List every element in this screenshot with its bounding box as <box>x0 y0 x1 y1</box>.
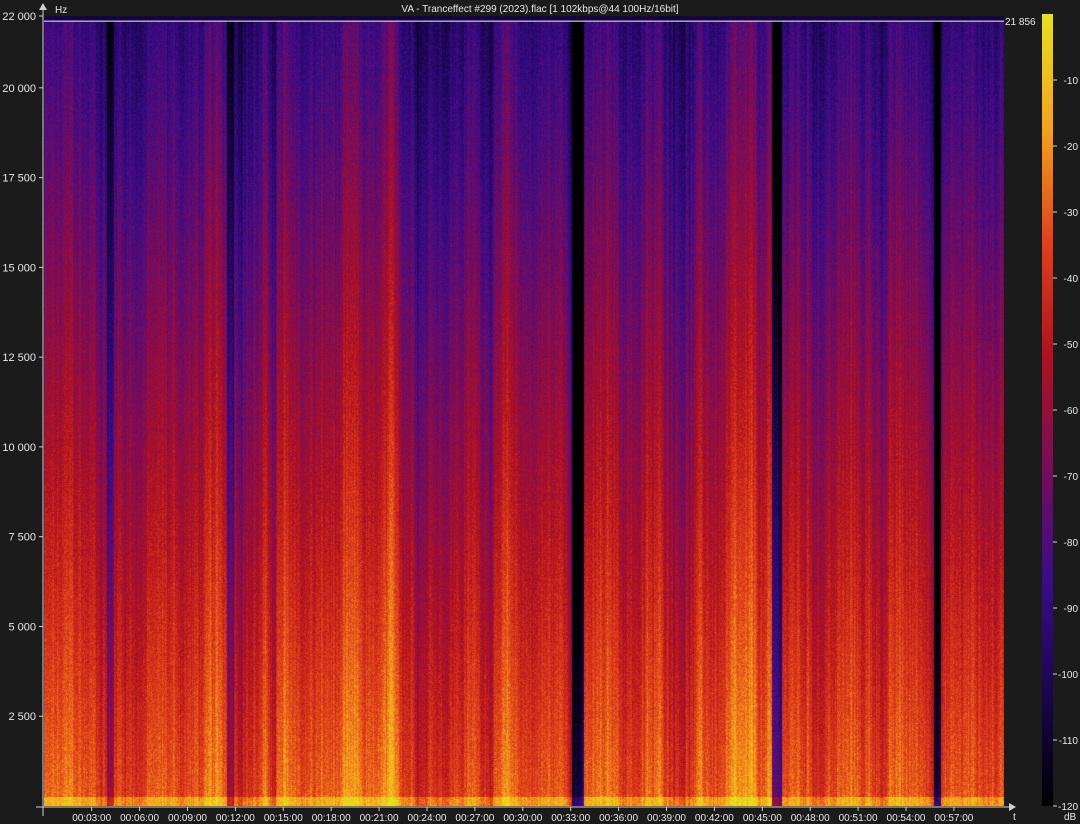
y-axis-label: Hz <box>55 5 67 16</box>
y-tick-label: 2 500 <box>8 711 36 723</box>
y-tick-label: 22 000 <box>2 11 36 23</box>
spectrogram-chart: VA - Tranceffect #299 (2023).flac [1 102… <box>0 0 1080 824</box>
x-tick-label: 00:03:00 <box>72 813 111 824</box>
colorbar-tick-label: -110 <box>1059 736 1079 747</box>
x-axis-label: t <box>1013 812 1016 823</box>
x-tick-label: 00:48:00 <box>791 813 830 824</box>
x-tick-label: 00:51:00 <box>839 813 878 824</box>
colorbar-tick-label: -120 <box>1058 802 1078 813</box>
colorbar-tick-label: -80 <box>1064 538 1079 549</box>
colorbar-tick-label: -10 <box>1064 76 1079 87</box>
y-tick-label: 5 000 <box>8 621 36 633</box>
spectrogram-image <box>44 16 1004 806</box>
x-tick-label: 00:39:00 <box>647 813 686 824</box>
colorbar-tick-label: -100 <box>1058 670 1078 681</box>
colorbar-gradient <box>1042 14 1053 806</box>
x-tick-label: 00:27:00 <box>455 813 494 824</box>
colorbar-label: dB <box>1064 812 1077 823</box>
x-tick-label: 00:54:00 <box>887 813 926 824</box>
x-tick-label: 00:24:00 <box>408 813 447 824</box>
x-tick-label: 00:36:00 <box>599 813 638 824</box>
spectrogram-area <box>44 16 1004 806</box>
colorbar-tick-label: -20 <box>1064 142 1079 153</box>
colorbar-tick-label: -50 <box>1064 340 1079 351</box>
cutoff-label: 21 856 <box>1005 17 1036 28</box>
y-tick-label: 17 500 <box>2 173 36 185</box>
colorbar-tick-label: -40 <box>1064 274 1079 285</box>
y-tick-label: 12 500 <box>2 352 36 364</box>
x-tick-label: 00:42:00 <box>695 813 734 824</box>
x-tick-label: 00:45:00 <box>743 813 782 824</box>
x-tick-label: 00:33:00 <box>551 813 590 824</box>
colorbar-tick-label: -60 <box>1064 406 1079 417</box>
colorbar-tick-label: -90 <box>1064 604 1079 615</box>
x-tick-label: 00:21:00 <box>360 813 399 824</box>
x-tick-label: 00:57:00 <box>934 813 973 824</box>
colorbar-tick-label: -70 <box>1064 472 1079 483</box>
x-tick-label: 00:12:00 <box>216 813 255 824</box>
x-tick-label: 00:06:00 <box>120 813 159 824</box>
x-tick-label: 00:18:00 <box>312 813 351 824</box>
x-tick-label: 00:09:00 <box>168 813 207 824</box>
y-tick-label: 10 000 <box>2 442 36 454</box>
x-tick-label: 00:15:00 <box>264 813 303 824</box>
y-tick-label: 15 000 <box>2 262 36 274</box>
x-tick-label: 00:30:00 <box>503 813 542 824</box>
y-tick-label: 7 500 <box>8 532 36 544</box>
chart-title: VA - Tranceffect #299 (2023).flac [1 102… <box>401 4 678 15</box>
colorbar-tick-label: -30 <box>1064 208 1079 219</box>
y-tick-label: 20 000 <box>2 83 36 95</box>
